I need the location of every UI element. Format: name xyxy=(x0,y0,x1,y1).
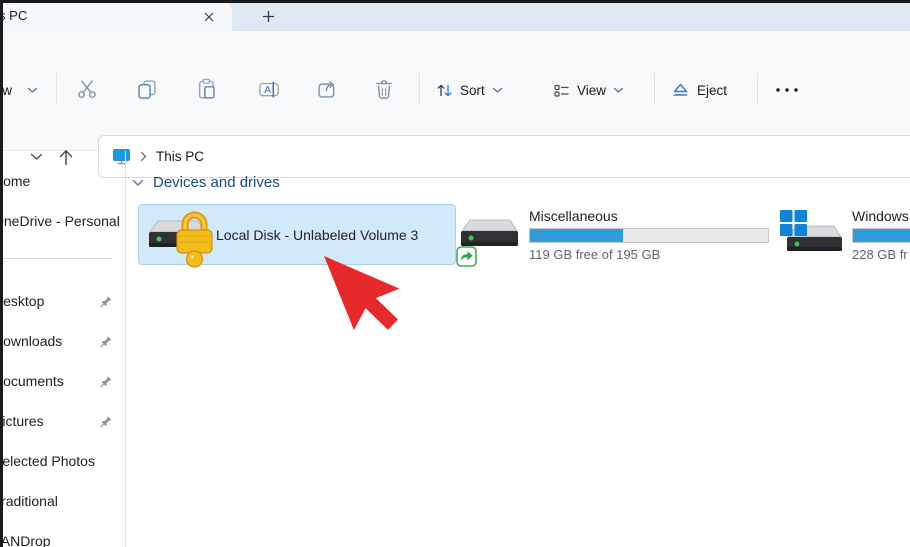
rename-button[interactable]: A xyxy=(258,78,280,100)
window-left-edge xyxy=(0,0,3,547)
sidebar-item-traditional[interactable]: Traditional xyxy=(0,483,125,519)
eject-icon xyxy=(673,83,688,96)
capacity-bar-fill xyxy=(853,228,910,242)
sidebar-item-label: Pictures xyxy=(0,413,44,429)
chevron-down-icon xyxy=(30,153,42,160)
sidebar-item-onedrive[interactable]: OneDrive - Personal xyxy=(0,203,125,239)
tab-bar: This PC xyxy=(0,0,910,31)
pane-divider[interactable] xyxy=(125,151,126,547)
toolbar-separator xyxy=(419,73,420,105)
drive-icon-wrap xyxy=(456,206,522,267)
sidebar-separator xyxy=(0,258,112,259)
new-button[interactable]: New xyxy=(0,73,42,107)
pin-icon xyxy=(100,376,112,388)
breadcrumb-chevron-icon xyxy=(140,151,147,162)
cut-button[interactable] xyxy=(76,78,98,100)
capacity-bar-fill xyxy=(530,228,623,242)
sidebar-item-label: Traditional xyxy=(0,493,58,509)
drive-icon-wrap xyxy=(776,206,848,264)
new-tab-button[interactable] xyxy=(256,4,280,28)
toolbar-separator xyxy=(56,73,57,105)
chevron-down-icon xyxy=(613,87,624,93)
sidebar-item-landrop[interactable]: LANDrop xyxy=(0,523,125,547)
tab-title: This PC xyxy=(0,8,28,23)
sidebar-item-label: Selected Photos xyxy=(0,453,95,469)
pin-icon xyxy=(100,336,112,348)
sidebar-item-desktop[interactable]: Desktop xyxy=(0,283,125,319)
eject-button-label: Eject xyxy=(697,82,728,98)
plus-icon xyxy=(262,10,274,22)
sidebar-item-label: Desktop xyxy=(0,293,45,309)
shortcut-badge-icon xyxy=(456,245,477,267)
sidebar-item-label: OneDrive - Personal xyxy=(0,213,120,229)
window-top-edge xyxy=(0,0,910,3)
sidebar-item-label: Documents xyxy=(0,373,64,389)
capacity-text: 119 GB free of 195 GB xyxy=(529,246,661,262)
share-button[interactable] xyxy=(316,78,338,100)
locked-drive-icon xyxy=(149,211,213,268)
more-options-button[interactable] xyxy=(770,73,804,107)
drive-name: Windows xyxy=(852,207,909,224)
sort-button[interactable]: Sort xyxy=(432,73,507,107)
close-icon xyxy=(204,12,214,22)
eject-button[interactable]: Eject xyxy=(667,73,731,107)
group-header-devices-and-drives[interactable]: Devices and drives xyxy=(132,174,280,191)
capacity-text: 228 GB fr xyxy=(852,246,908,262)
sort-button-label: Sort xyxy=(460,82,485,98)
sidebar-item-pictures[interactable]: Pictures xyxy=(0,403,125,439)
svg-text:A: A xyxy=(264,85,271,96)
sidebar-item-label: Downloads xyxy=(0,333,63,349)
sort-icon xyxy=(437,84,452,96)
group-header-label: Devices and drives xyxy=(153,174,280,191)
sidebar-item-downloads[interactable]: Downloads xyxy=(0,323,125,359)
capacity-bar xyxy=(852,227,910,243)
breadcrumb-location[interactable]: This PC xyxy=(156,149,204,164)
sidebar-item-selected-photos[interactable]: Selected Photos xyxy=(0,443,125,479)
copy-button[interactable] xyxy=(136,78,158,100)
view-button[interactable]: View xyxy=(549,73,628,107)
view-icon xyxy=(554,84,569,97)
chevron-down-icon xyxy=(27,87,38,93)
sidebar-item-home[interactable]: Home xyxy=(0,163,125,199)
chevron-down-icon xyxy=(492,87,502,93)
address-bar[interactable]: This PC xyxy=(98,135,910,178)
drive-name: Local Disk - Unlabeled Volume 3 xyxy=(216,226,419,243)
pin-icon xyxy=(100,416,112,428)
sidebar-item-label: Home xyxy=(0,173,31,189)
sidebar-item-label: LANDrop xyxy=(0,533,51,547)
file-explorer-window: This PC New xyxy=(0,0,910,547)
windows-drive-icon xyxy=(780,209,842,251)
tab-this-pc[interactable]: This PC xyxy=(0,2,232,31)
command-bar: New A xyxy=(0,31,910,178)
delete-button[interactable] xyxy=(373,78,395,100)
capacity-bar xyxy=(529,227,769,243)
view-button-label: View xyxy=(577,82,607,98)
drive-tile-windows[interactable]: Windows 228 GB fr xyxy=(776,204,910,265)
ellipsis-icon xyxy=(776,88,798,92)
toolbar-separator xyxy=(757,73,758,105)
sidebar-item-documents[interactable]: Documents xyxy=(0,363,125,399)
tab-close-button[interactable] xyxy=(200,8,218,26)
annotation-arrow xyxy=(324,256,400,331)
drive-name: Miscellaneous xyxy=(529,207,618,224)
pin-icon xyxy=(100,296,112,308)
drive-tile-miscellaneous[interactable]: Miscellaneous 119 GB free of 195 GB xyxy=(456,204,780,267)
toolbar-separator xyxy=(654,73,655,105)
collapse-chevron-icon xyxy=(132,179,144,186)
paste-button[interactable] xyxy=(196,78,218,100)
